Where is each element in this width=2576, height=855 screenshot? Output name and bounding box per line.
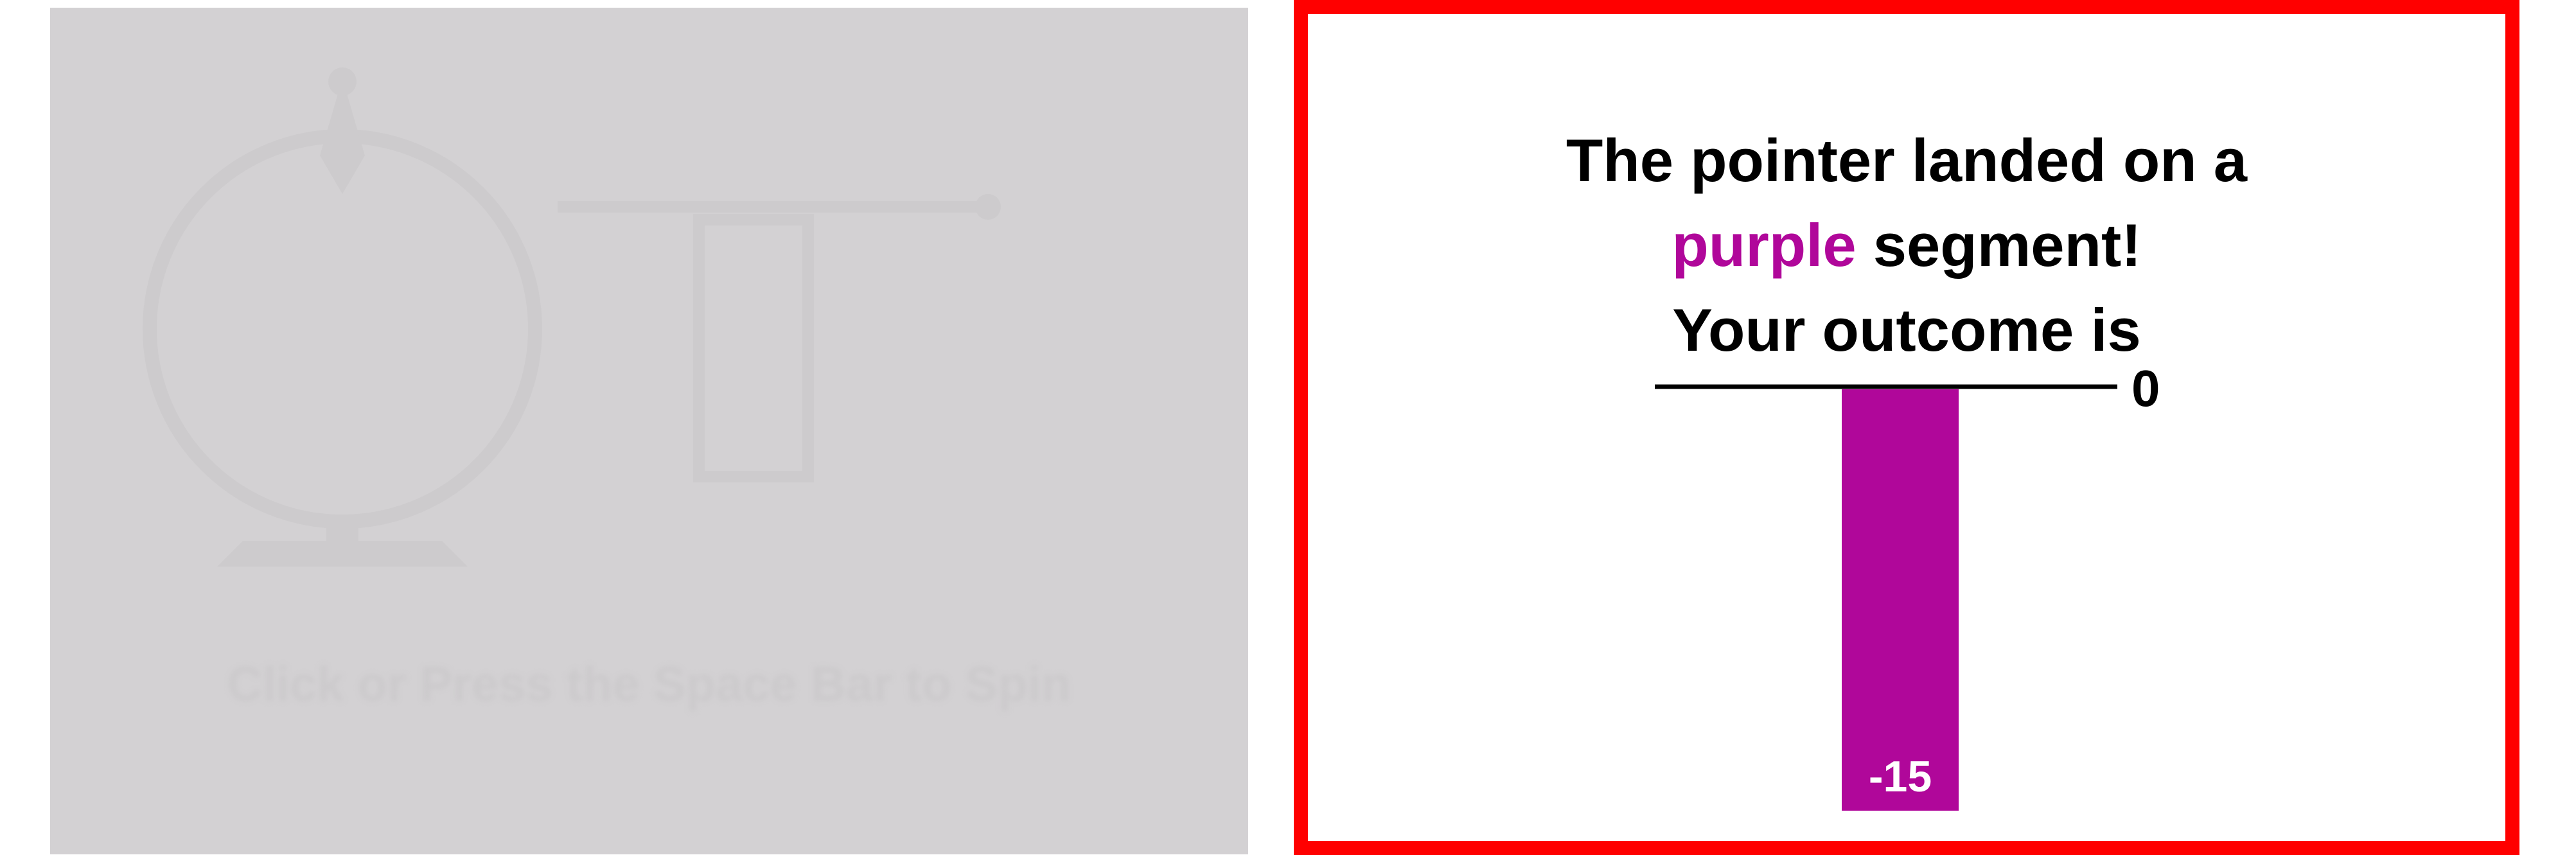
faded-spinner-panel: Click or Press the Space Bar to Spin	[50, 8, 1248, 854]
outcome-bar	[1842, 389, 1959, 811]
faded-bar	[693, 214, 814, 482]
faded-spinner-graphic	[143, 67, 1001, 567]
faded-caption: Click or Press the Space Bar to Spin	[227, 657, 1072, 712]
message-line-2-rest: segment!	[1856, 211, 2142, 279]
result-panel: -15 0 The pointer landed on a purple segm…	[1294, 0, 2519, 855]
bar-value-label: -15	[1869, 752, 1932, 801]
message-line-3: Your outcome is	[1672, 296, 2141, 364]
result-message: The pointer landed on a purple segment! …	[1308, 118, 2505, 373]
segment-color-word: purple	[1672, 211, 1857, 279]
message-line-2: purple segment!	[1308, 203, 2505, 288]
message-line-1: The pointer landed on a	[1566, 127, 2248, 194]
